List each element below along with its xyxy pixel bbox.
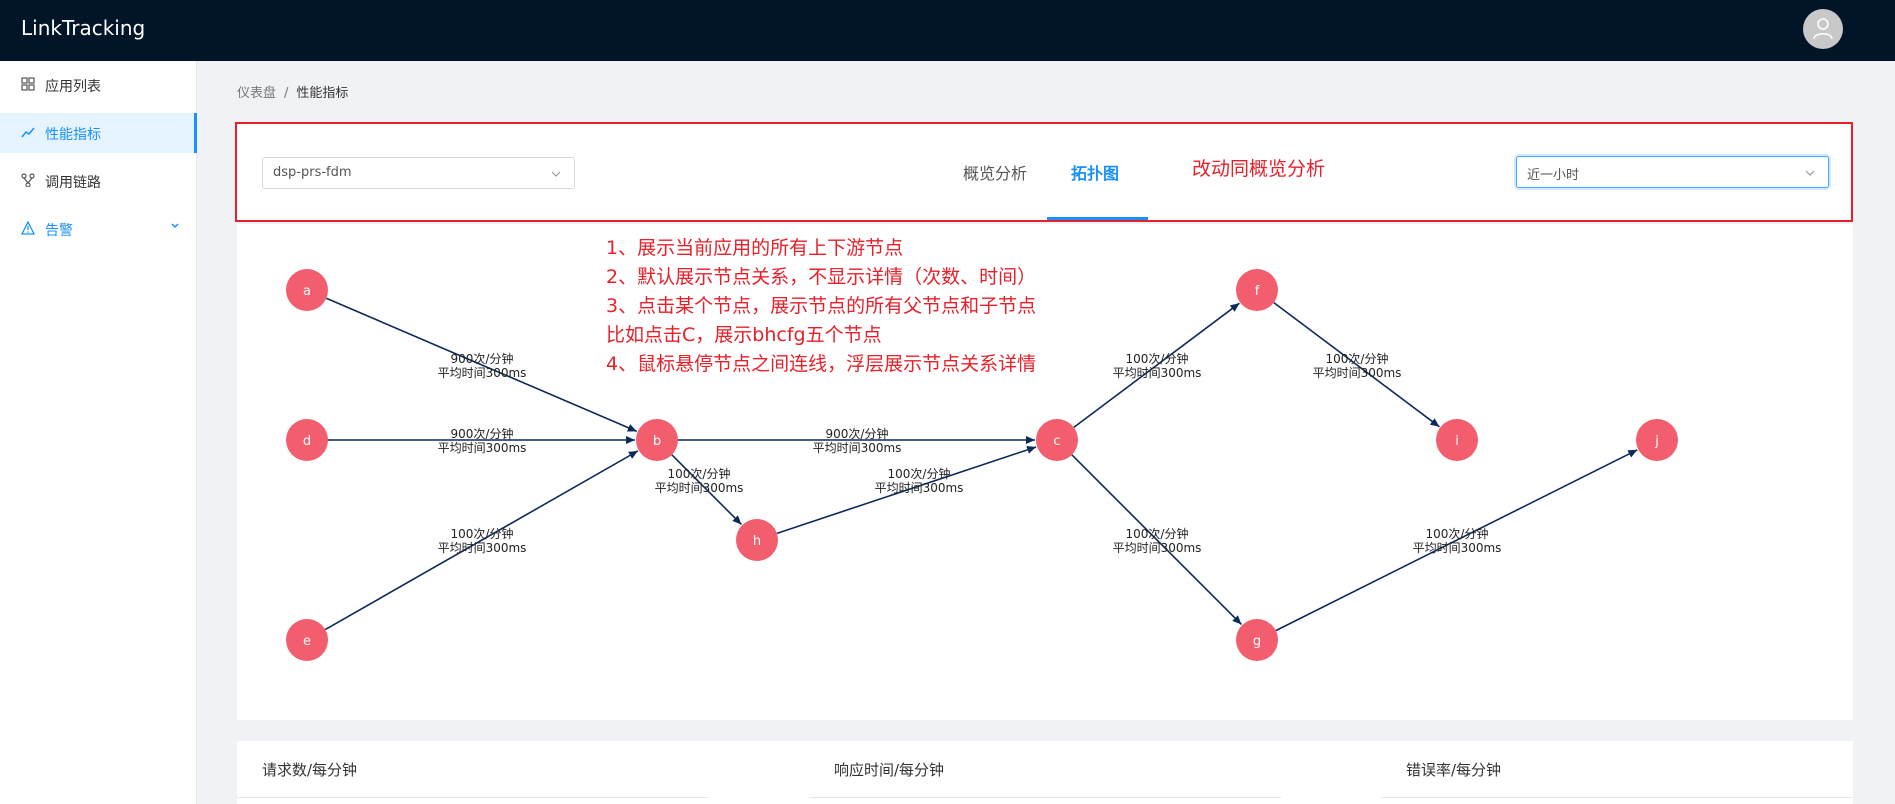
chevron-down-icon: [551, 171, 561, 177]
requirement-notes: 1、展示当前应用的所有上下游节点 2、默认展示节点关系，不显示详情（次数、时间）…: [606, 234, 1036, 379]
divider: [237, 797, 709, 798]
divider: [1381, 797, 1853, 798]
change-annotation: 改动同概览分析: [1192, 158, 1326, 180]
sidebar-item-performance[interactable]: 性能指标: [0, 113, 197, 153]
sidebar-item-label: 告警: [45, 223, 73, 239]
node-a[interactable]: a: [286, 269, 328, 311]
app-select-value: dsp-prs-fdm: [273, 165, 352, 180]
stat-title-requests: 请求数/每分钟: [262, 761, 358, 779]
node-label: a: [303, 284, 311, 299]
tab-topology[interactable]: 拓扑图: [1071, 160, 1119, 184]
note-line: 4、鼠标悬停节点之间连线，浮层展示节点关系详情: [606, 353, 1037, 375]
edge-avg-label: 平均时间300ms: [1113, 366, 1202, 380]
sidebar: 应用列表 性能指标 调用链路 告警: [0, 61, 197, 804]
edge-avg-label: 平均时间300ms: [875, 481, 964, 495]
sidebar-item-label: 性能指标: [45, 127, 101, 143]
node-label: h: [753, 534, 761, 549]
node-b[interactable]: b: [636, 419, 678, 461]
warning-icon: [21, 221, 35, 235]
user-avatar[interactable]: [1803, 9, 1843, 49]
node-i[interactable]: i: [1436, 419, 1478, 461]
edge-count-label: 100次/分钟: [1126, 526, 1189, 541]
topology-panel: 900次/分钟 平均时间300ms 900次/分钟 平均时间300ms 100次/分钟平…: [237, 224, 1853, 720]
note-line: 3、点击某个节点，展示节点的所有父节点和子节点: [606, 295, 1037, 317]
chevron-down-icon: [171, 223, 179, 229]
time-range-select[interactable]: 近一小时: [1516, 156, 1829, 188]
edge-count-label: 100次/分钟: [888, 466, 951, 481]
time-range-value: 近一小时: [1527, 168, 1580, 183]
node-label: f: [1255, 284, 1260, 299]
tab-overview[interactable]: 概览分析: [963, 160, 1027, 184]
node-label: d: [303, 434, 311, 449]
node-j[interactable]: j: [1636, 419, 1678, 461]
stat-title-error-rate: 错误率/每分钟: [1406, 761, 1502, 779]
app-select[interactable]: dsp-prs-fdm: [262, 157, 575, 189]
edge-count-label: 100次/分钟: [668, 466, 731, 481]
chevron-down-icon: [1805, 170, 1815, 176]
sidebar-item-label: 应用列表: [45, 79, 101, 95]
edge-count-label: 100次/分钟: [1126, 351, 1189, 366]
node-label: i: [1455, 434, 1459, 449]
edge-count-label: 100次/分钟: [451, 526, 514, 541]
edge-count-label: 100次/分钟: [1426, 526, 1489, 541]
edge-avg-label: 平均时间300ms: [1113, 541, 1202, 555]
node-h[interactable]: h: [736, 519, 778, 561]
node-label: b: [653, 434, 661, 449]
divider: [809, 797, 1281, 798]
node-e[interactable]: e: [286, 619, 328, 661]
breadcrumb: 仪表盘 / 性能指标: [237, 82, 348, 101]
node-d[interactable]: d: [286, 419, 328, 461]
sidebar-item-label: 调用链路: [45, 175, 101, 191]
edge-count-label: 900次/分钟: [826, 426, 889, 441]
edge-count-label: 100次/分钟: [1326, 351, 1389, 366]
grid-icon: [21, 77, 35, 91]
sidebar-item-alerts[interactable]: 告警: [0, 209, 197, 249]
edge-avg-label: 平均时间300ms: [1313, 366, 1402, 380]
node-label: g: [1253, 634, 1261, 649]
branch-icon: [21, 173, 35, 187]
line-chart-icon: [21, 127, 35, 138]
note-line: 比如点击C，展示bhcfg五个节点: [606, 324, 882, 346]
breadcrumb-current: 性能指标: [296, 86, 349, 101]
edge-avg-label: 平均时间300ms: [438, 541, 527, 555]
stats-panel: 请求数/每分钟 响应时间/每分钟 错误率/每分钟: [237, 741, 1853, 804]
edge-avg-label: 平均时间300ms: [438, 366, 527, 380]
sidebar-item-app-list[interactable]: 应用列表: [0, 65, 197, 105]
note-line: 1、展示当前应用的所有上下游节点: [606, 237, 904, 259]
sidebar-item-call-chain[interactable]: 调用链路: [0, 161, 197, 201]
breadcrumb-dashboard[interactable]: 仪表盘: [237, 86, 276, 101]
topology-graph: 900次/分钟平均时间300ms900次/分钟平均时间300ms100次/分钟平…: [286, 269, 1678, 661]
node-label: j: [1654, 434, 1659, 449]
node-label: c: [1053, 434, 1060, 449]
edge-avg-label: 平均时间300ms: [438, 441, 527, 455]
node-label: e: [303, 634, 311, 649]
stat-title-response-time: 响应时间/每分钟: [834, 761, 945, 779]
breadcrumb-separator: /: [284, 86, 289, 101]
active-tab-indicator: [1047, 217, 1148, 220]
user-icon: [1813, 18, 1833, 40]
node-f[interactable]: f: [1236, 269, 1278, 311]
top-bar: LinkTracking: [0, 0, 1895, 61]
node-g[interactable]: g: [1236, 619, 1278, 661]
edge-avg-label: 平均时间300ms: [655, 481, 744, 495]
edge-avg-label: 平均时间300ms: [813, 441, 902, 455]
edge-avg-label: 平均时间300ms: [1413, 541, 1502, 555]
node-c[interactable]: c: [1036, 419, 1078, 461]
app-title: LinkTracking: [21, 16, 146, 40]
edge-count-label: 900次/分钟: [451, 351, 514, 366]
filter-panel: dsp-prs-fdm 概览分析 拓扑图 改动同概览分析 近一小时: [235, 122, 1853, 222]
note-line: 2、默认展示节点关系，不显示详情（次数、时间）: [606, 266, 1037, 288]
edge-count-label: 900次/分钟: [451, 426, 514, 441]
